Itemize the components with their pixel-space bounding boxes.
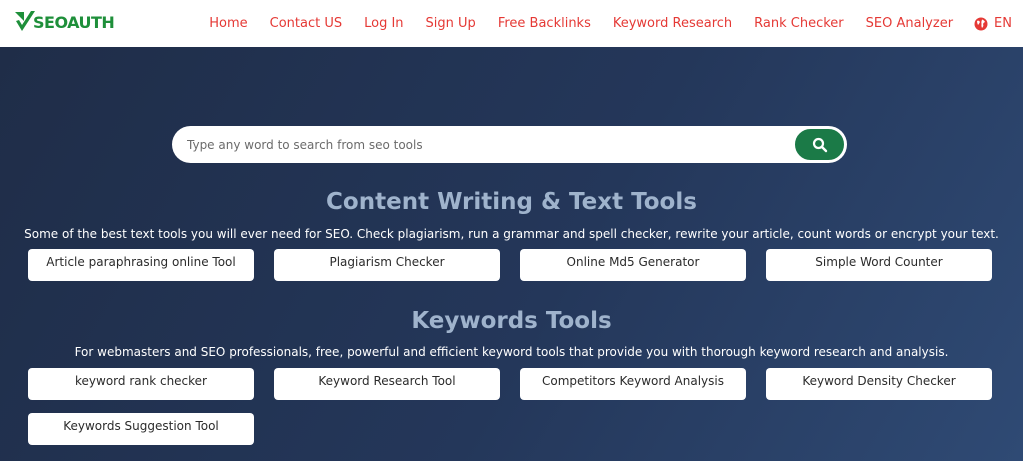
- keywords-tools-description: For webmasters and SEO professionals, fr…: [74, 345, 949, 359]
- search-button[interactable]: [793, 127, 846, 162]
- tool-article-paraphrasing[interactable]: Article paraphrasing online Tool: [28, 249, 254, 281]
- tool-keyword-research[interactable]: Keyword Research Tool: [274, 368, 500, 400]
- language-selector[interactable]: EN: [974, 16, 1012, 31]
- nav-sign-up[interactable]: Sign Up: [426, 16, 476, 31]
- language-label: EN: [994, 16, 1012, 31]
- search-bar: [172, 126, 847, 163]
- keywords-tools-title: Keywords Tools: [411, 308, 612, 334]
- content-writing-description: Some of the best text tools you will eve…: [24, 227, 999, 241]
- hero-section: Content Writing & Text Tools Some of the…: [0, 47, 1023, 461]
- tool-word-counter[interactable]: Simple Word Counter: [766, 249, 992, 281]
- tool-keywords-suggestion[interactable]: Keywords Suggestion Tool: [28, 413, 254, 445]
- site-logo[interactable]: SEOAUTH: [13, 8, 115, 36]
- nav-free-backlinks[interactable]: Free Backlinks: [498, 16, 591, 31]
- tool-plagiarism-checker[interactable]: Plagiarism Checker: [274, 249, 500, 281]
- main-nav: Home Contact US Log In Sign Up Free Back…: [198, 0, 1017, 47]
- tool-competitors-keyword-analysis[interactable]: Competitors Keyword Analysis: [520, 368, 746, 400]
- tool-keyword-density-checker[interactable]: Keyword Density Checker: [766, 368, 992, 400]
- nav-contact-us[interactable]: Contact US: [270, 16, 342, 31]
- tool-md5-generator[interactable]: Online Md5 Generator: [520, 249, 746, 281]
- content-writing-title: Content Writing & Text Tools: [326, 189, 697, 215]
- tool-keyword-rank-checker[interactable]: keyword rank checker: [28, 368, 254, 400]
- checkmark-logo-icon: [15, 11, 35, 31]
- nav-log-in[interactable]: Log In: [364, 16, 403, 31]
- nav-rank-checker[interactable]: Rank Checker: [754, 16, 843, 31]
- search-input[interactable]: [187, 137, 777, 152]
- logo-text: SEOAUTH: [33, 12, 115, 32]
- nav-home[interactable]: Home: [209, 16, 247, 31]
- search-icon: [812, 137, 827, 152]
- globe-icon: [974, 17, 988, 30]
- nav-seo-analyzer[interactable]: SEO Analyzer: [866, 16, 953, 31]
- top-navigation-bar: SEOAUTH Home Contact US Log In Sign Up F…: [0, 0, 1023, 47]
- nav-keyword-research[interactable]: Keyword Research: [613, 16, 732, 31]
